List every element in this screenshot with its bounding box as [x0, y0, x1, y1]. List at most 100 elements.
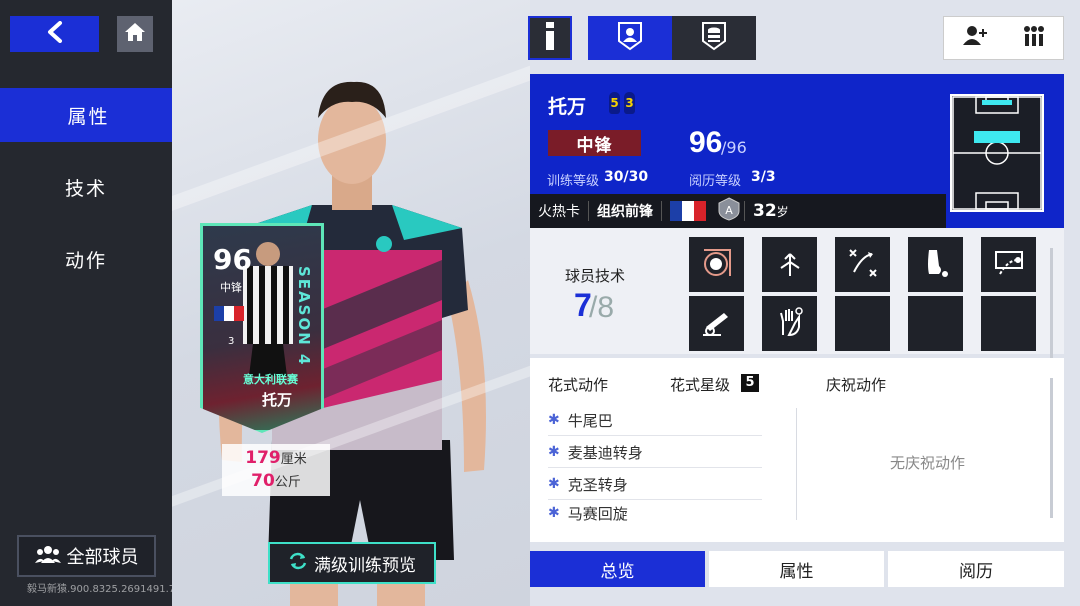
tab-label: 阅历: [959, 561, 993, 582]
tab-label: 总览: [600, 561, 635, 582]
player-role: 组织前锋: [597, 204, 653, 220]
tab-overview[interactable]: 总览: [530, 551, 705, 587]
skill-slot[interactable]: [762, 296, 817, 351]
boot-right-icon: 3: [624, 92, 635, 114]
divider: [661, 201, 662, 221]
boot-left-icon: 5: [609, 92, 620, 114]
list-item[interactable]: ✱ 牛尾巴: [548, 405, 762, 436]
weight-value: 70: [251, 471, 275, 491]
player-profile-icon: [617, 21, 643, 55]
list-item[interactable]: ✱ 克圣转身: [548, 469, 762, 500]
card-name: 托万: [262, 391, 293, 409]
stats-bars-icon[interactable]: [1023, 25, 1045, 51]
experience-level-value: 3/3: [751, 169, 776, 185]
physical-stats: 179厘米 70公斤: [222, 444, 330, 496]
card-rating: 96: [213, 243, 252, 276]
goalkeeper-glove-icon: [773, 305, 807, 343]
gear-icon: ✱: [548, 505, 560, 521]
tab-player-profile[interactable]: [588, 16, 672, 60]
sidebar-item-moves[interactable]: 动作: [0, 232, 172, 286]
boot-kick-icon: [919, 246, 953, 284]
move-name: 麦基迪转身: [567, 443, 643, 462]
list-item[interactable]: ✱ 麦基迪转身: [548, 437, 762, 468]
fancy-star-label: 花式星级: [670, 376, 731, 394]
training-level-value: 30/30: [604, 169, 649, 185]
max-training-preview-button[interactable]: 满级训练预览: [268, 542, 436, 584]
skill-slot[interactable]: [835, 237, 890, 292]
info-icon: [543, 22, 557, 54]
age-value: 32: [753, 201, 777, 221]
france-flag-icon: [670, 201, 706, 221]
tab-label: 属性: [779, 561, 814, 582]
skill-slot[interactable]: [762, 237, 817, 292]
svg-text:A: A: [725, 204, 733, 217]
skills-max: /8: [589, 291, 615, 324]
height-value: 179: [245, 448, 281, 468]
overall-rating-max: /96: [721, 138, 747, 157]
move-name: 克圣转身: [567, 475, 628, 494]
group-icon: [34, 545, 61, 568]
card-season: SEASON 4: [295, 266, 313, 367]
training-level-label: 训练等级: [547, 174, 600, 189]
moves-scrollbar[interactable]: [1050, 378, 1053, 518]
chevron-left-icon: [46, 21, 64, 47]
gear-icon: ✱: [548, 412, 560, 428]
no-celebration-text: 无庆祝动作: [890, 454, 966, 472]
dribble-direction-icon: [773, 246, 807, 284]
fancy-moves-label: 花式动作: [548, 376, 609, 394]
ball-control-icon: [700, 246, 734, 284]
club-crest-icon: A: [718, 197, 740, 225]
player-age: 32岁: [745, 201, 797, 221]
skills-scrollbar[interactable]: [1050, 248, 1053, 358]
height-unit: 厘米: [280, 452, 307, 467]
tab-attributes[interactable]: 属性: [709, 551, 884, 587]
sidebar-item-attributes[interactable]: 属性: [0, 88, 177, 142]
sidebar-item-label: 动作: [64, 249, 107, 272]
home-button[interactable]: [117, 16, 153, 52]
move-name: 牛尾巴: [567, 411, 613, 430]
weight-unit: 公斤: [274, 475, 301, 490]
divider: [796, 408, 797, 520]
overall-rating: 96: [689, 126, 723, 159]
coin-stack-icon: [701, 21, 727, 55]
player-name: 托万: [548, 96, 587, 118]
experience-level-label: 阅历等级: [689, 174, 742, 189]
fancy-star-value: 5: [741, 374, 759, 392]
sidebar-item-skills[interactable]: 技术: [0, 160, 172, 214]
free-kick-icon: [992, 246, 1026, 284]
all-players-button[interactable]: 全部球员: [17, 535, 156, 577]
gear-icon: ✱: [548, 444, 560, 460]
skill-slot[interactable]: [689, 296, 744, 351]
position-badge: 中锋: [548, 130, 641, 156]
cannon-shot-icon: [700, 305, 734, 343]
list-item[interactable]: ✱ 马赛回旋: [548, 500, 762, 526]
tab-experience[interactable]: 阅历: [888, 551, 1064, 587]
top-right-actions: [943, 16, 1064, 60]
age-unit: 岁: [776, 205, 789, 219]
watermark-text: 毅马新猿.900.8325.2691491.7: [27, 584, 176, 595]
tab-value[interactable]: [672, 16, 756, 60]
skill-slot[interactable]: [689, 237, 744, 292]
skills-label: 球员技术: [565, 267, 626, 285]
card-type: 火热卡: [538, 204, 580, 220]
view-tab-group: [588, 16, 756, 60]
skill-slot[interactable]: [908, 237, 963, 292]
france-flag-icon: [214, 306, 244, 321]
sidebar-item-label: 技术: [64, 177, 107, 200]
gear-icon: ✱: [548, 476, 560, 492]
tab-info[interactable]: [528, 16, 572, 60]
card-position: 中锋: [220, 281, 242, 294]
all-players-label: 全部球员: [66, 547, 139, 568]
sidebar-item-label: 属性: [67, 105, 110, 128]
player-tag-strip: 火热卡 组织前锋 A 32岁: [530, 194, 946, 228]
card-league: 意大利联赛: [243, 373, 298, 386]
compare-players-icon[interactable]: [962, 25, 988, 51]
celebration-label: 庆祝动作: [826, 376, 887, 394]
skill-slot[interactable]: [981, 237, 1036, 292]
empty-skill-slot: [908, 296, 963, 351]
back-button[interactable]: [10, 16, 99, 52]
home-icon: [124, 22, 146, 46]
empty-skill-slot: [981, 296, 1036, 351]
refresh-icon: [288, 551, 308, 576]
position-pitch-diagram: [950, 94, 1044, 212]
